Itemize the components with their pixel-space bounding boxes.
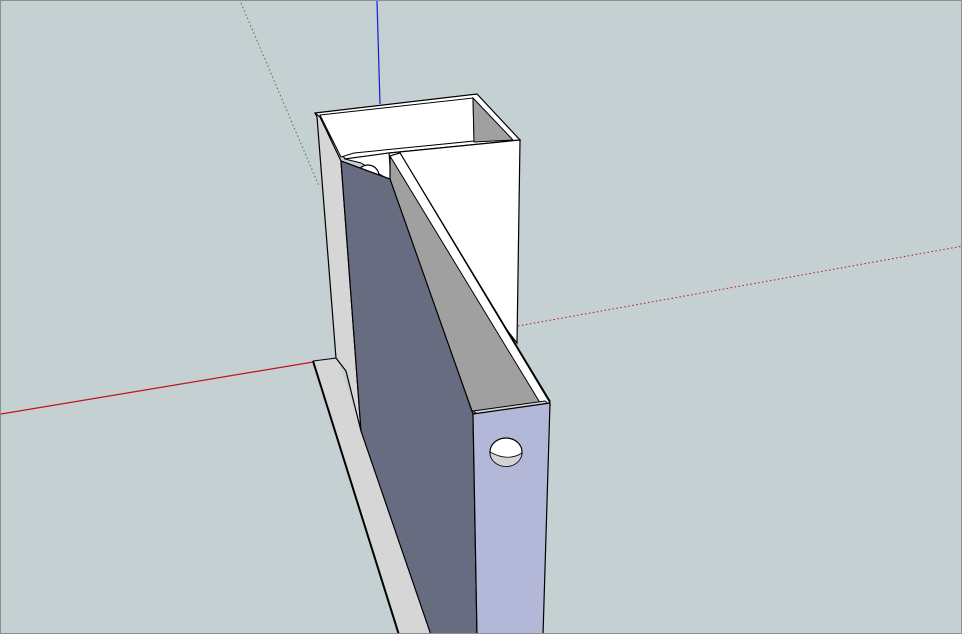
model-scene[interactable] [1,1,962,634]
sketchup-viewport[interactable] [0,0,962,634]
end-face-lavender[interactable] [472,402,551,634]
